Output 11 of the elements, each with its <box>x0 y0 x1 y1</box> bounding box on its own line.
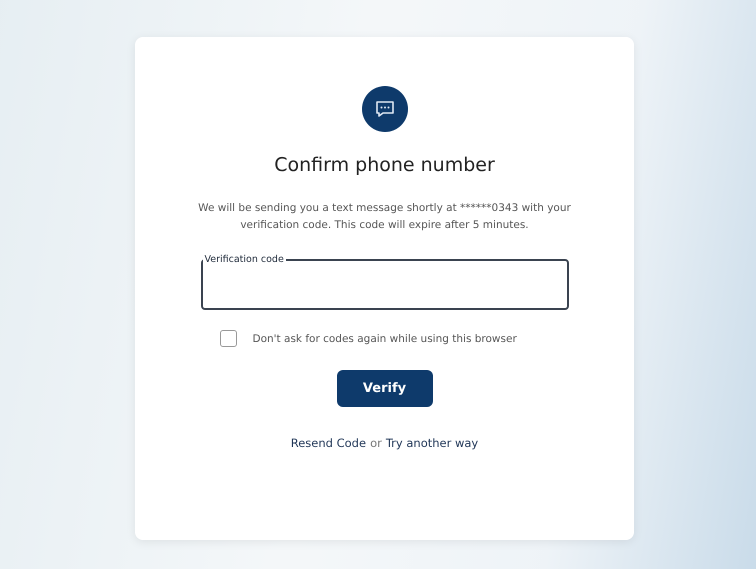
dialog-title: Confirm phone number <box>274 154 495 176</box>
verify-button[interactable]: Verify <box>336 370 432 407</box>
field-label: Verification code <box>204 254 285 265</box>
message-text: We will be sending you a text message shortly at ******0343 with your verification code. This code will expire after 5 minutes. <box>197 201 572 233</box>
chat-bubble-icon <box>362 86 408 132</box>
verification-code-field[interactable]: Verification code <box>200 254 568 310</box>
separator-text: or <box>370 436 382 450</box>
checkbox-label: Don't ask for codes again while using this browser <box>252 332 517 344</box>
try-another-way-link[interactable]: Try another way <box>386 436 478 450</box>
resend-code-link[interactable]: Resend Code <box>290 436 366 450</box>
checkbox[interactable] <box>220 330 236 347</box>
